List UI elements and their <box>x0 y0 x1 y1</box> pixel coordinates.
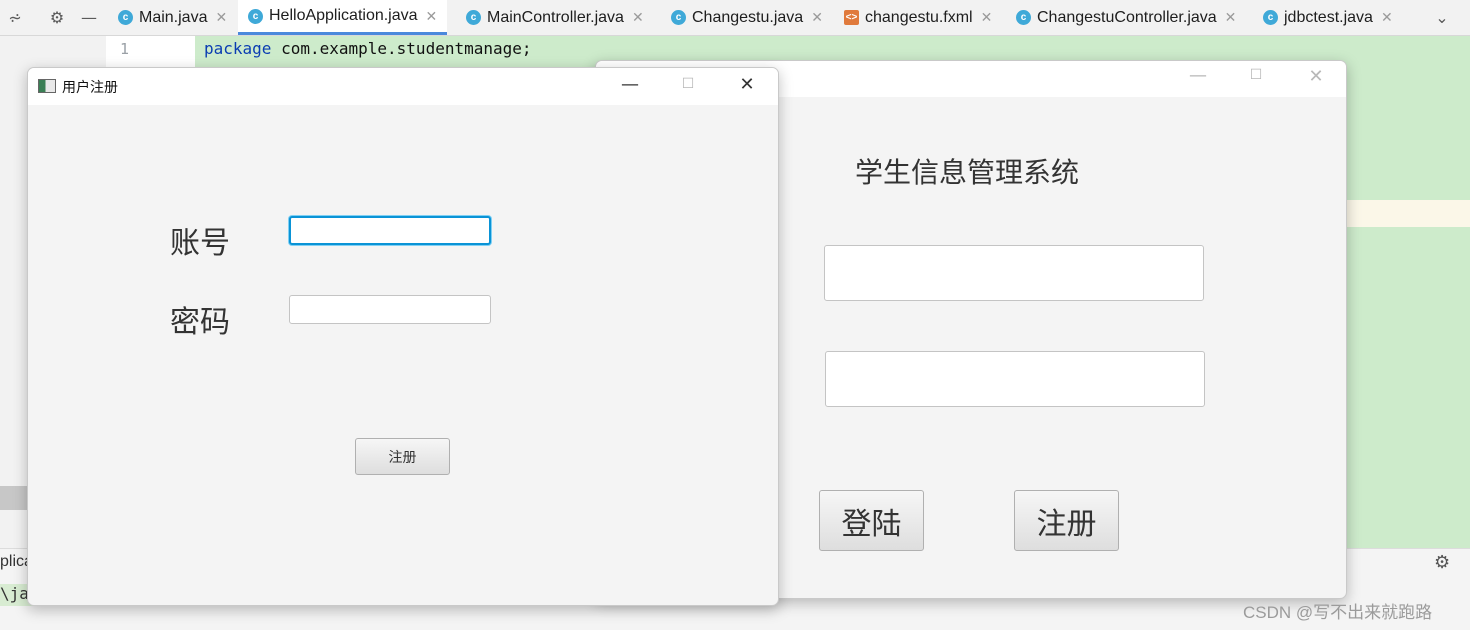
app-window-icon <box>38 79 56 93</box>
close-icon[interactable]: ✕ <box>632 9 644 26</box>
window-title: 用户注册 <box>62 80 118 96</box>
chevron-down-icon[interactable]: ⌄ <box>1432 8 1452 28</box>
password-input[interactable] <box>289 295 491 324</box>
code-keyword: package <box>204 39 272 58</box>
collapse-icon[interactable]: ⩫ <box>5 8 25 28</box>
class-icon: c <box>671 10 686 25</box>
tab-label: jdbctest.java <box>1284 8 1373 26</box>
close-icon[interactable]: ✕ <box>727 74 767 95</box>
minimize-icon[interactable]: — <box>610 74 650 95</box>
account-label: 账号 <box>170 226 230 261</box>
settings-gear-icon[interactable]: ⚙ <box>1434 552 1450 573</box>
gear-icon[interactable]: ⚙ <box>47 8 67 28</box>
password-label: 密码 <box>170 305 230 340</box>
line-number: 1 <box>120 40 130 58</box>
close-icon[interactable]: ✕ <box>1381 9 1393 26</box>
maximize-icon[interactable]: ☐ <box>668 76 708 92</box>
class-icon: c <box>118 10 133 25</box>
close-icon[interactable]: ✕ <box>981 9 993 26</box>
tab-changestu-fxml[interactable]: <> changestu.fxml ✕ <box>844 0 992 35</box>
tab-label: ChangestuController.java <box>1037 8 1217 26</box>
caret-line-highlight <box>1345 200 1470 227</box>
register-window: 用户注册 — ☐ ✕ 账号 密码 注册 <box>27 67 779 606</box>
fxml-file-icon: <> <box>844 10 859 25</box>
tab-label: Main.java <box>139 8 208 26</box>
tab-label: changestu.fxml <box>865 8 973 26</box>
close-icon[interactable]: ✕ <box>811 9 823 26</box>
tab-helloapplication-java[interactable]: c HelloApplication.java ✕ <box>238 0 448 35</box>
close-icon[interactable]: ✕ <box>215 9 227 26</box>
system-title: 学生信息管理系统 <box>855 156 1080 189</box>
username-input[interactable] <box>824 245 1204 301</box>
class-icon: c <box>248 8 263 24</box>
watermark: CSDN @写不出来就跑路 <box>1243 603 1433 622</box>
tab-changestu-java[interactable]: c Changestu.java ✕ <box>671 0 823 35</box>
code-line[interactable]: package com.example.studentmanage; <box>204 39 532 58</box>
tab-label: HelloApplication.java <box>269 7 418 24</box>
tab-main-java[interactable]: c Main.java ✕ <box>118 0 227 35</box>
register-button[interactable]: 注册 <box>1014 490 1119 551</box>
close-icon[interactable]: ✕ <box>1296 66 1336 87</box>
class-icon: c <box>1263 10 1278 25</box>
close-icon[interactable]: ✕ <box>1225 9 1237 26</box>
scroll-strip[interactable] <box>0 486 28 510</box>
login-button[interactable]: 登陆 <box>819 490 924 551</box>
tab-changestucontroller-java[interactable]: c ChangestuController.java ✕ <box>1016 0 1236 35</box>
tab-label: Changestu.java <box>692 8 804 26</box>
class-icon: c <box>1016 10 1031 25</box>
register-button[interactable]: 注册 <box>355 438 450 475</box>
password-input[interactable] <box>825 351 1205 407</box>
minimize-icon[interactable]: — <box>1178 65 1218 86</box>
editor-tab-bar: ⩫ ⚙ — c Main.java ✕ c HelloApplication.j… <box>0 0 1470 36</box>
tab-jdbctest-java[interactable]: c jdbctest.java ✕ <box>1263 0 1393 35</box>
account-input[interactable] <box>289 216 491 245</box>
register-titlebar[interactable]: 用户注册 — ☐ ✕ <box>28 68 778 105</box>
tab-maincontroller-java[interactable]: c MainController.java ✕ <box>466 0 644 35</box>
close-icon[interactable]: ✕ <box>426 8 438 25</box>
class-icon: c <box>466 10 481 25</box>
maximize-icon[interactable]: ☐ <box>1236 67 1276 83</box>
minimize-panel-icon[interactable]: — <box>79 8 99 28</box>
tab-label: MainController.java <box>487 8 624 26</box>
code-text: com.example.studentmanage; <box>271 39 532 58</box>
